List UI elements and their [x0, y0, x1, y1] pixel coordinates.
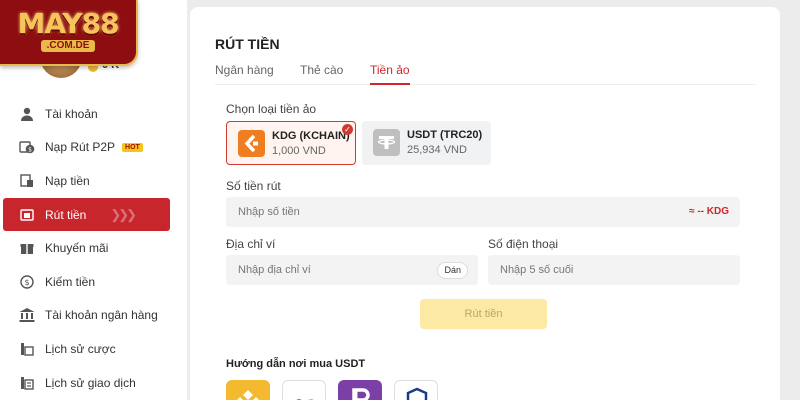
coin-name: USDT (TRC20): [407, 129, 483, 141]
wallet-field[interactable]: Dán: [226, 255, 478, 285]
sidebar: MAY88 .COM.DE 0 K Tài khoản $ Nạp Rút P2…: [0, 0, 187, 400]
sidebar-item-label: Tài khoản ngân hàng: [45, 308, 158, 323]
paste-button[interactable]: Dán: [437, 262, 468, 279]
sidebar-item-label: Lịch sử giao dịch: [45, 375, 136, 390]
tab-bar: Ngân hàng Thẻ cào Tiền ảo: [215, 63, 755, 85]
sidebar-item-deposit[interactable]: Nạp tiền: [0, 164, 187, 198]
tab-scratch-card[interactable]: Thẻ cào: [300, 63, 343, 85]
trust-wallet-icon[interactable]: [394, 380, 438, 400]
binance-icon[interactable]: [226, 380, 270, 400]
withdraw-panel: RÚT TIỀN Ngân hàng Thẻ cào Tiền ảo Chọn …: [190, 7, 780, 400]
user-icon: [18, 105, 36, 123]
wallet-label: Địa chỉ ví: [226, 237, 276, 251]
brand-logo[interactable]: MAY88 .COM.DE: [0, 0, 138, 66]
sidebar-item-label: Khuyến mãi: [45, 241, 109, 256]
sidebar-item-bet-history[interactable]: Lịch sử cược: [0, 332, 187, 366]
sidebar-item-label: Rút tiền: [45, 207, 87, 222]
withdraw-submit-button[interactable]: Rút tiền: [420, 299, 547, 329]
sidebar-item-p2p[interactable]: $ Nạp Rút P2P HOT: [0, 131, 187, 165]
checkmark-icon: ✓: [342, 124, 353, 135]
sidebar-menu: Tài khoản $ Nạp Rút P2P HOT Nạp tiền Rút…: [0, 97, 187, 399]
bank-icon: [18, 306, 36, 324]
coin-option-kdg[interactable]: KDG (KCHAIN) 1,000 VND ✓: [226, 121, 356, 165]
coin-name: KDG (KCHAIN): [272, 130, 350, 142]
sidebar-item-label: Kiếm tiền: [45, 274, 96, 289]
amount-field[interactable]: ≈ -- KDG: [226, 197, 740, 227]
phone-input[interactable]: [500, 264, 740, 276]
p2p-coin-icon: $: [18, 138, 36, 156]
gift-icon: [18, 239, 36, 257]
sidebar-item-withdraw[interactable]: Rút tiền ❯❯❯: [3, 197, 170, 232]
sidebar-item-earn[interactable]: $ Kiếm tiền: [0, 265, 187, 299]
tab-bank[interactable]: Ngân hàng: [215, 63, 274, 85]
phone-field[interactable]: [488, 255, 740, 285]
coin-rate: 25,934 VND: [407, 144, 467, 156]
amount-label: Số tiền rút: [226, 179, 281, 193]
amount-conversion: ≈ -- KDG: [689, 206, 729, 217]
sidebar-item-label: Nạp Rút P2P: [45, 140, 116, 155]
transaction-history-icon: [18, 374, 36, 392]
remitano-icon[interactable]: [338, 380, 382, 400]
guide-title: Hướng dẫn nơi mua USDT: [226, 358, 366, 370]
amount-input[interactable]: [238, 206, 740, 218]
sidebar-item-label: Tài khoản: [45, 106, 98, 121]
withdraw-icon: [18, 206, 36, 224]
sidebar-item-label: Lịch sử cược: [45, 341, 116, 356]
sidebar-item-promotion[interactable]: Khuyến mãi: [0, 231, 187, 265]
hot-badge: HOT: [122, 142, 143, 152]
sidebar-item-transaction-history[interactable]: Lịch sử giao dịch: [0, 366, 187, 400]
chevron-right-icon: ❯❯❯: [110, 206, 137, 222]
coin-rate: 1,000 VND: [272, 145, 326, 157]
logo-text: MAY88: [17, 6, 119, 40]
svg-text:$: $: [28, 147, 32, 154]
svg-text:$: $: [24, 278, 29, 287]
page-title: RÚT TIỀN: [215, 36, 280, 52]
earn-money-icon: $: [18, 273, 36, 291]
usdt-icon: [373, 129, 400, 156]
tab-crypto[interactable]: Tiền ảo: [370, 63, 410, 85]
sidebar-item-label: Nạp tiền: [45, 173, 90, 188]
crypto-select-label: Chọn loại tiền ảo: [226, 102, 317, 116]
coin-option-usdt[interactable]: USDT (TRC20) 25,934 VND: [362, 121, 491, 165]
sidebar-item-bank-account[interactable]: Tài khoản ngân hàng: [0, 299, 187, 333]
deposit-icon: [18, 172, 36, 190]
bet-history-icon: [18, 340, 36, 358]
sidebar-item-account[interactable]: Tài khoản: [0, 97, 187, 131]
kdg-icon: [238, 130, 265, 157]
logo-domain: .COM.DE: [40, 39, 96, 52]
coin98-icon[interactable]: [282, 380, 326, 400]
phone-label: Số điện thoại: [488, 237, 559, 251]
